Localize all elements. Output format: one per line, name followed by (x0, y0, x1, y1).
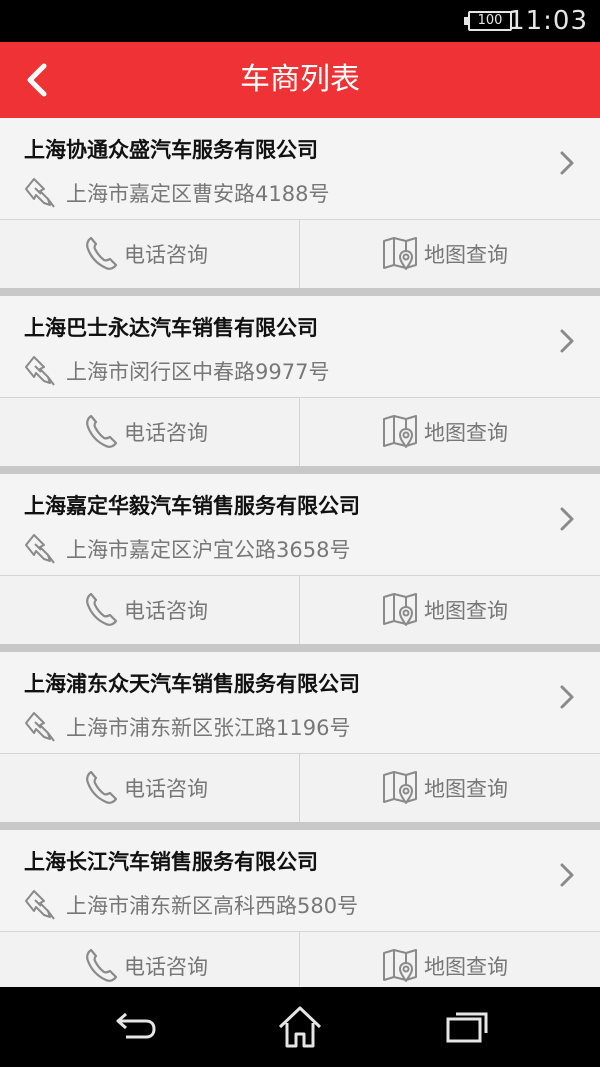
phone-consult-label: 电话咨询 (124, 955, 208, 979)
phone-consult-button[interactable]: 电话咨询 (0, 754, 300, 822)
map-pin-icon (383, 949, 417, 982)
phone-icon (86, 770, 118, 804)
battery-icon: 100 (464, 11, 512, 31)
dealer-address: 上海市浦东新区高科西路580号 (66, 894, 359, 918)
dealer-actions: 电话咨询 地图查询 (0, 397, 600, 466)
map-pin-icon (383, 771, 417, 804)
dealer-info[interactable]: 上海协通众盛汽车服务有限公司 上海市嘉定区曹安路4188号 (0, 118, 600, 219)
chevron-right-icon (560, 507, 574, 531)
phone-icon (86, 414, 118, 448)
back-icon (116, 1012, 156, 1039)
chevron-right-icon (560, 863, 574, 887)
dealer-name: 上海巴士永达汽车销售有限公司 (24, 316, 318, 340)
dealer-name: 上海浦东众天汽车销售服务有限公司 (24, 672, 360, 696)
dealer-card: 上海嘉定华毅汽车销售服务有限公司 上海市嘉定区沪宜公路3658号 电话咨询 地图… (0, 474, 600, 644)
map-query-button[interactable]: 地图查询 (300, 932, 600, 987)
phone-consult-button[interactable]: 电话咨询 (0, 220, 300, 288)
map-pin-icon (383, 237, 417, 270)
map-pin-icon (383, 415, 417, 448)
pin-icon (25, 890, 55, 920)
dealer-actions: 电话咨询 地图查询 (0, 575, 600, 644)
dealer-list[interactable]: 上海协通众盛汽车服务有限公司 上海市嘉定区曹安路4188号 电话咨询 地图查询 … (0, 118, 600, 987)
nav-back-button[interactable] (110, 1003, 158, 1051)
pin-icon (25, 712, 55, 742)
map-query-label: 地图查询 (424, 243, 508, 267)
map-query-label: 地图查询 (424, 777, 508, 801)
dealer-card: 上海浦东众天汽车销售服务有限公司 上海市浦东新区张江路1196号 电话咨询 地图… (0, 652, 600, 822)
dealer-address: 上海市嘉定区沪宜公路3658号 (66, 538, 351, 562)
phone-consult-label: 电话咨询 (124, 599, 208, 623)
dealer-address: 上海市浦东新区张江路1196号 (66, 716, 351, 740)
home-icon (278, 1006, 322, 1048)
map-query-button[interactable]: 地图查询 (300, 576, 600, 644)
status-bar: 100 11:03 (0, 0, 600, 42)
dealer-name: 上海协通众盛汽车服务有限公司 (24, 138, 318, 162)
map-query-label: 地图查询 (424, 421, 508, 445)
dealer-info[interactable]: 上海浦东众天汽车销售服务有限公司 上海市浦东新区张江路1196号 (0, 652, 600, 753)
map-query-button[interactable]: 地图查询 (300, 220, 600, 288)
back-button[interactable] (10, 54, 66, 106)
status-time: 11:03 (508, 6, 588, 36)
dealer-actions: 电话咨询 地图查询 (0, 931, 600, 987)
chevron-right-icon (560, 685, 574, 709)
map-query-label: 地图查询 (424, 599, 508, 623)
chevron-right-icon (560, 151, 574, 175)
page-title: 车商列表 (240, 62, 360, 97)
map-query-button[interactable]: 地图查询 (300, 398, 600, 466)
dealer-name: 上海嘉定华毅汽车销售服务有限公司 (24, 494, 360, 518)
phone-consult-button[interactable]: 电话咨询 (0, 398, 300, 466)
phone-consult-label: 电话咨询 (124, 243, 208, 267)
nav-home-button[interactable] (276, 1003, 324, 1051)
dealer-actions: 电话咨询 地图查询 (0, 219, 600, 288)
phone-icon (86, 592, 118, 626)
dealer-card: 上海协通众盛汽车服务有限公司 上海市嘉定区曹安路4188号 电话咨询 地图查询 (0, 118, 600, 288)
chevron-right-icon (560, 329, 574, 353)
battery-level: 100 (477, 13, 503, 28)
dealer-name: 上海长江汽车销售服务有限公司 (24, 850, 318, 874)
dealer-info[interactable]: 上海巴士永达汽车销售有限公司 上海市闵行区中春路9977号 (0, 296, 600, 397)
phone-icon (86, 236, 118, 270)
dealer-card: 上海长江汽车销售服务有限公司 上海市浦东新区高科西路580号 电话咨询 地图查询 (0, 830, 600, 987)
dealer-info[interactable]: 上海长江汽车销售服务有限公司 上海市浦东新区高科西路580号 (0, 830, 600, 931)
dealer-card: 上海巴士永达汽车销售有限公司 上海市闵行区中春路9977号 电话咨询 地图查询 (0, 296, 600, 466)
title-bar: 车商列表 (0, 42, 600, 118)
phone-consult-button[interactable]: 电话咨询 (0, 576, 300, 644)
recent-apps-icon (446, 1012, 488, 1043)
chevron-left-icon (27, 63, 47, 97)
pin-icon (25, 356, 55, 386)
map-query-label: 地图查询 (424, 955, 508, 979)
pin-icon (25, 178, 55, 208)
dealer-actions: 电话咨询 地图查询 (0, 753, 600, 822)
map-query-button[interactable]: 地图查询 (300, 754, 600, 822)
phone-consult-label: 电话咨询 (124, 777, 208, 801)
nav-recent-apps-button[interactable] (444, 1003, 492, 1051)
phone-consult-label: 电话咨询 (124, 421, 208, 445)
dealer-info[interactable]: 上海嘉定华毅汽车销售服务有限公司 上海市嘉定区沪宜公路3658号 (0, 474, 600, 575)
phone-consult-button[interactable]: 电话咨询 (0, 932, 300, 987)
phone-icon (86, 948, 118, 982)
system-nav-bar (0, 987, 600, 1067)
dealer-address: 上海市嘉定区曹安路4188号 (66, 182, 330, 206)
dealer-address: 上海市闵行区中春路9977号 (66, 360, 330, 384)
pin-icon (25, 534, 55, 564)
map-pin-icon (383, 593, 417, 626)
